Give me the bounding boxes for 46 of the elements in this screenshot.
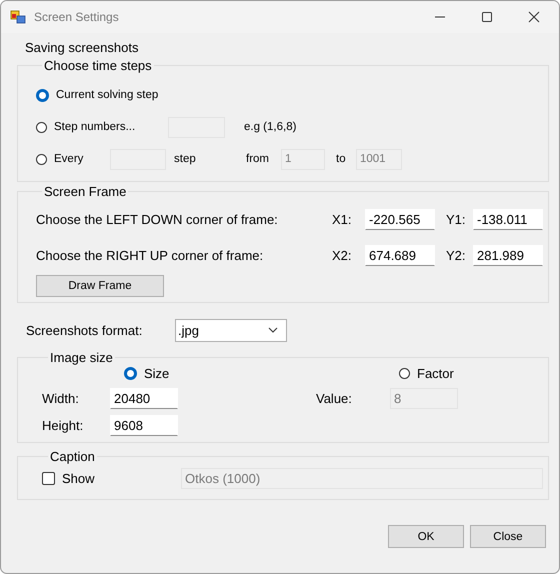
- to-label: to: [336, 153, 347, 165]
- coordinate-label: Y2:: [446, 248, 467, 262]
- corner-label: Choose the LEFT DOWN corner of frame:: [36, 212, 279, 226]
- section-heading: Saving screenshots: [25, 39, 140, 56]
- window-title: Screen Settings: [34, 10, 119, 24]
- format-label: Screenshots format:: [26, 322, 144, 338]
- coordinate-label: X1:: [332, 212, 353, 226]
- input-field[interactable]: -220.565: [365, 208, 435, 230]
- value-label: Value:: [316, 391, 353, 406]
- draw-frame-button[interactable]: Draw Frame: [36, 275, 164, 297]
- group-title: Image size: [49, 350, 114, 365]
- option-label[interactable]: Every: [54, 153, 84, 165]
- radio-button[interactable]: [399, 368, 410, 378]
- unit-label: step: [174, 153, 197, 165]
- coordinate-label: X2:: [332, 248, 353, 262]
- input-field[interactable]: 9608: [110, 415, 178, 436]
- group-title: Choose time steps: [43, 58, 153, 73]
- input-field[interactable]: -138.011: [473, 208, 543, 230]
- close-icon[interactable]: [528, 11, 540, 23]
- dialog-button[interactable]: Close: [470, 525, 546, 548]
- input-field[interactable]: 281.989: [473, 244, 543, 266]
- from-label: from: [246, 153, 270, 165]
- hint-text: e.g (1,6,8): [244, 121, 296, 133]
- radio-button[interactable]: [36, 154, 47, 164]
- radio-button[interactable]: [124, 366, 137, 380]
- dialog-button[interactable]: OK: [388, 525, 464, 548]
- group-title: Screen Frame: [43, 184, 128, 199]
- width-label: Width:: [42, 391, 80, 406]
- format-dropdown[interactable]: .jpg: [175, 318, 287, 342]
- checkbox[interactable]: [42, 472, 55, 485]
- option-label[interactable]: Current solving step: [56, 89, 158, 101]
- input-field[interactable]: 674.689: [365, 244, 435, 266]
- maximize-icon[interactable]: [481, 11, 493, 23]
- corner-label: Choose the RIGHT UP corner of frame:: [36, 248, 264, 262]
- radio-button[interactable]: [36, 88, 49, 102]
- app-icon: [10, 9, 26, 25]
- height-label: Height:: [42, 418, 84, 433]
- input-field[interactable]: 20480: [110, 388, 178, 409]
- radio-button[interactable]: [36, 122, 47, 132]
- checkbox-label[interactable]: Show: [62, 471, 95, 486]
- chevron-icon: [268, 327, 278, 333]
- option-label[interactable]: Step numbers...: [54, 121, 136, 133]
- group-title: Caption: [49, 449, 96, 464]
- option-label[interactable]: Size: [144, 366, 170, 380]
- option-label[interactable]: Factor: [417, 366, 454, 380]
- coordinate-label: Y1:: [446, 212, 467, 226]
